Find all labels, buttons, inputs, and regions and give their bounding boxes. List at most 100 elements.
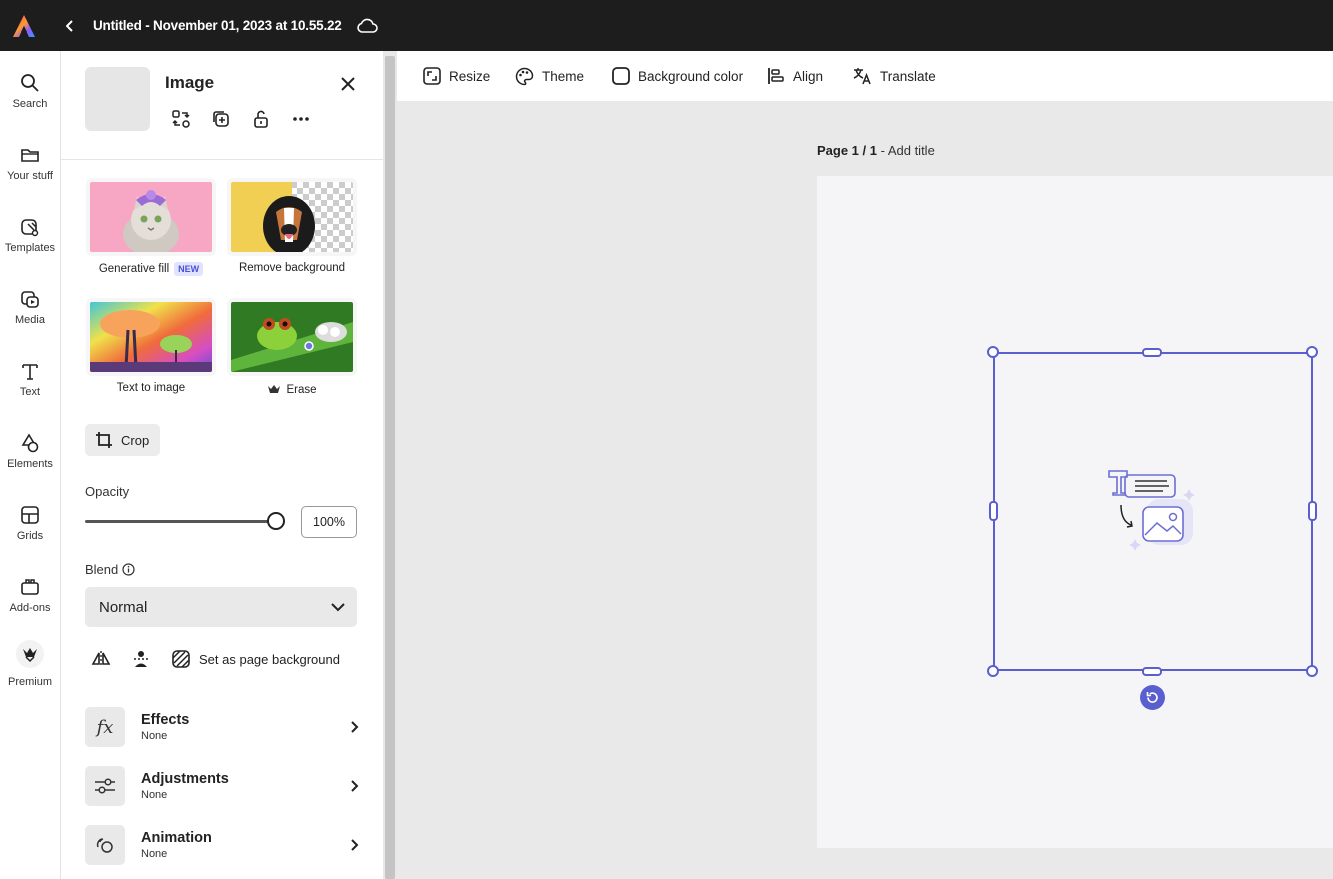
- opacity-slider-track[interactable]: [85, 520, 276, 523]
- flip-vertical-icon[interactable]: [131, 649, 151, 669]
- panel-scrollbar[interactable]: [383, 51, 397, 879]
- add-title-link[interactable]: - Add title: [877, 143, 935, 158]
- premium-crown-icon: [16, 640, 44, 668]
- document-title[interactable]: Untitled - November 01, 2023 at 10.55.22: [93, 18, 342, 33]
- resize-handle-bottom-left[interactable]: [987, 665, 999, 677]
- section-subtitle: None: [141, 848, 168, 860]
- divider: [61, 159, 383, 160]
- rail-item-media[interactable]: Media: [0, 283, 60, 343]
- rail-label: Search: [12, 98, 48, 110]
- resize-handle-right[interactable]: [1308, 501, 1317, 521]
- quick-action-remove-background[interactable]: Remove background: [227, 178, 357, 274]
- animation-icon: [85, 825, 125, 865]
- rail-label: Your stuff: [7, 170, 53, 182]
- adobe-express-logo[interactable]: [11, 13, 37, 39]
- translate-button[interactable]: Translate: [853, 67, 936, 85]
- section-title: Animation: [141, 830, 212, 846]
- resize-handle-bottom-right[interactable]: [1306, 665, 1318, 677]
- crop-label: Crop: [121, 432, 150, 448]
- theme-button[interactable]: Theme: [515, 67, 584, 86]
- quick-action-label-row: Erase: [227, 384, 357, 396]
- image-actions-row: [171, 109, 311, 129]
- rail-item-elements[interactable]: Elements: [0, 427, 60, 487]
- crop-button[interactable]: Crop: [85, 424, 160, 456]
- blend-label-row: Blend: [85, 562, 135, 577]
- text-icon: [22, 364, 38, 380]
- flip-horizontal-icon[interactable]: [91, 649, 111, 669]
- opacity-value-field[interactable]: 100%: [301, 506, 357, 538]
- page-number: Page 1 / 1: [817, 143, 877, 158]
- selection-box[interactable]: [993, 352, 1313, 671]
- quick-action-erase[interactable]: Erase: [227, 298, 357, 396]
- back-chevron-icon[interactable]: [63, 19, 77, 32]
- background-color-label: Background color: [638, 68, 744, 84]
- quick-action-label: Text to image: [116, 382, 186, 394]
- top-bar: Untitled - November 01, 2023 at 10.55.22: [0, 0, 1333, 51]
- image-thumbnail: [85, 67, 150, 131]
- addons-icon: [21, 579, 39, 595]
- theme-label: Theme: [542, 68, 585, 84]
- close-icon[interactable]: [339, 75, 357, 93]
- opacity-slider-thumb[interactable]: [267, 512, 285, 530]
- remove-background-thumbnail: [227, 178, 357, 256]
- panel-title: Image: [165, 73, 215, 92]
- resize-icon: [423, 67, 441, 85]
- resize-handle-top-right[interactable]: [1306, 346, 1318, 358]
- media-icon: [21, 291, 39, 308]
- align-button[interactable]: Align: [767, 67, 823, 85]
- search-icon: [21, 74, 39, 92]
- more-options-icon[interactable]: [291, 109, 311, 129]
- palette-icon: [515, 67, 534, 85]
- page-label[interactable]: Page 1 / 1 - Add title: [817, 143, 935, 158]
- section-subtitle: None: [141, 789, 168, 801]
- rail-item-addons[interactable]: Add-ons: [0, 571, 60, 631]
- quick-action-text-to-image[interactable]: Text to image: [86, 298, 216, 394]
- info-icon[interactable]: [122, 563, 135, 576]
- adjustments-section[interactable]: Adjustments None: [85, 765, 361, 807]
- rotate-handle[interactable]: [1140, 685, 1165, 710]
- rail-item-your-stuff[interactable]: Your stuff: [0, 139, 60, 199]
- set-background-icon[interactable]: [171, 649, 191, 669]
- new-badge: NEW: [174, 262, 204, 276]
- folder-icon: [21, 149, 39, 162]
- premium-crown-icon: [268, 385, 281, 393]
- rail-item-text[interactable]: Text: [0, 355, 60, 415]
- resize-handle-left[interactable]: [989, 501, 998, 521]
- animation-section[interactable]: Animation None: [85, 824, 361, 866]
- translate-label: Translate: [880, 68, 936, 84]
- section-title: Adjustments: [141, 771, 229, 787]
- elements-icon: [21, 433, 39, 453]
- scrollbar-thumb[interactable]: [385, 56, 395, 879]
- rail-label: Grids: [16, 530, 44, 542]
- chevron-right-icon: [351, 721, 359, 733]
- canvas-toolbar: Resize Theme Background color Align Tran…: [397, 51, 1333, 101]
- replace-icon[interactable]: [171, 109, 191, 129]
- rail-item-templates[interactable]: Templates: [0, 211, 60, 271]
- resize-handle-bottom[interactable]: [1142, 667, 1162, 676]
- rail-item-premium[interactable]: Premium: [0, 635, 60, 695]
- quick-action-label: Erase: [286, 384, 317, 396]
- set-as-page-background-label[interactable]: Set as page background: [199, 652, 340, 667]
- unlock-icon[interactable]: [251, 109, 271, 129]
- grids-icon: [21, 506, 39, 524]
- quick-action-generative-fill[interactable]: Generative fill NEW: [86, 178, 216, 276]
- quick-action-label: Remove background: [238, 262, 346, 274]
- blend-mode-dropdown[interactable]: Normal: [85, 587, 357, 627]
- background-color-button[interactable]: Background color: [612, 67, 743, 85]
- cloud-sync-icon[interactable]: [356, 18, 378, 34]
- image-tools-row: Set as page background: [91, 649, 340, 669]
- effects-section[interactable]: fx Effects None: [85, 706, 361, 748]
- chevron-right-icon: [351, 780, 359, 792]
- duplicate-icon[interactable]: [211, 109, 231, 129]
- resize-handle-top-left[interactable]: [987, 346, 999, 358]
- rail-label: Elements: [7, 458, 53, 470]
- translate-icon: [853, 68, 871, 85]
- rail-item-grids[interactable]: Grids: [0, 499, 60, 559]
- opacity-label: Opacity: [85, 484, 130, 499]
- resize-button[interactable]: Resize: [423, 67, 490, 85]
- generative-fill-thumbnail: [86, 178, 216, 256]
- rail-item-search[interactable]: Search: [0, 67, 60, 127]
- blend-label: Blend: [85, 562, 119, 577]
- resize-handle-top[interactable]: [1142, 348, 1162, 357]
- resize-label: Resize: [449, 68, 491, 84]
